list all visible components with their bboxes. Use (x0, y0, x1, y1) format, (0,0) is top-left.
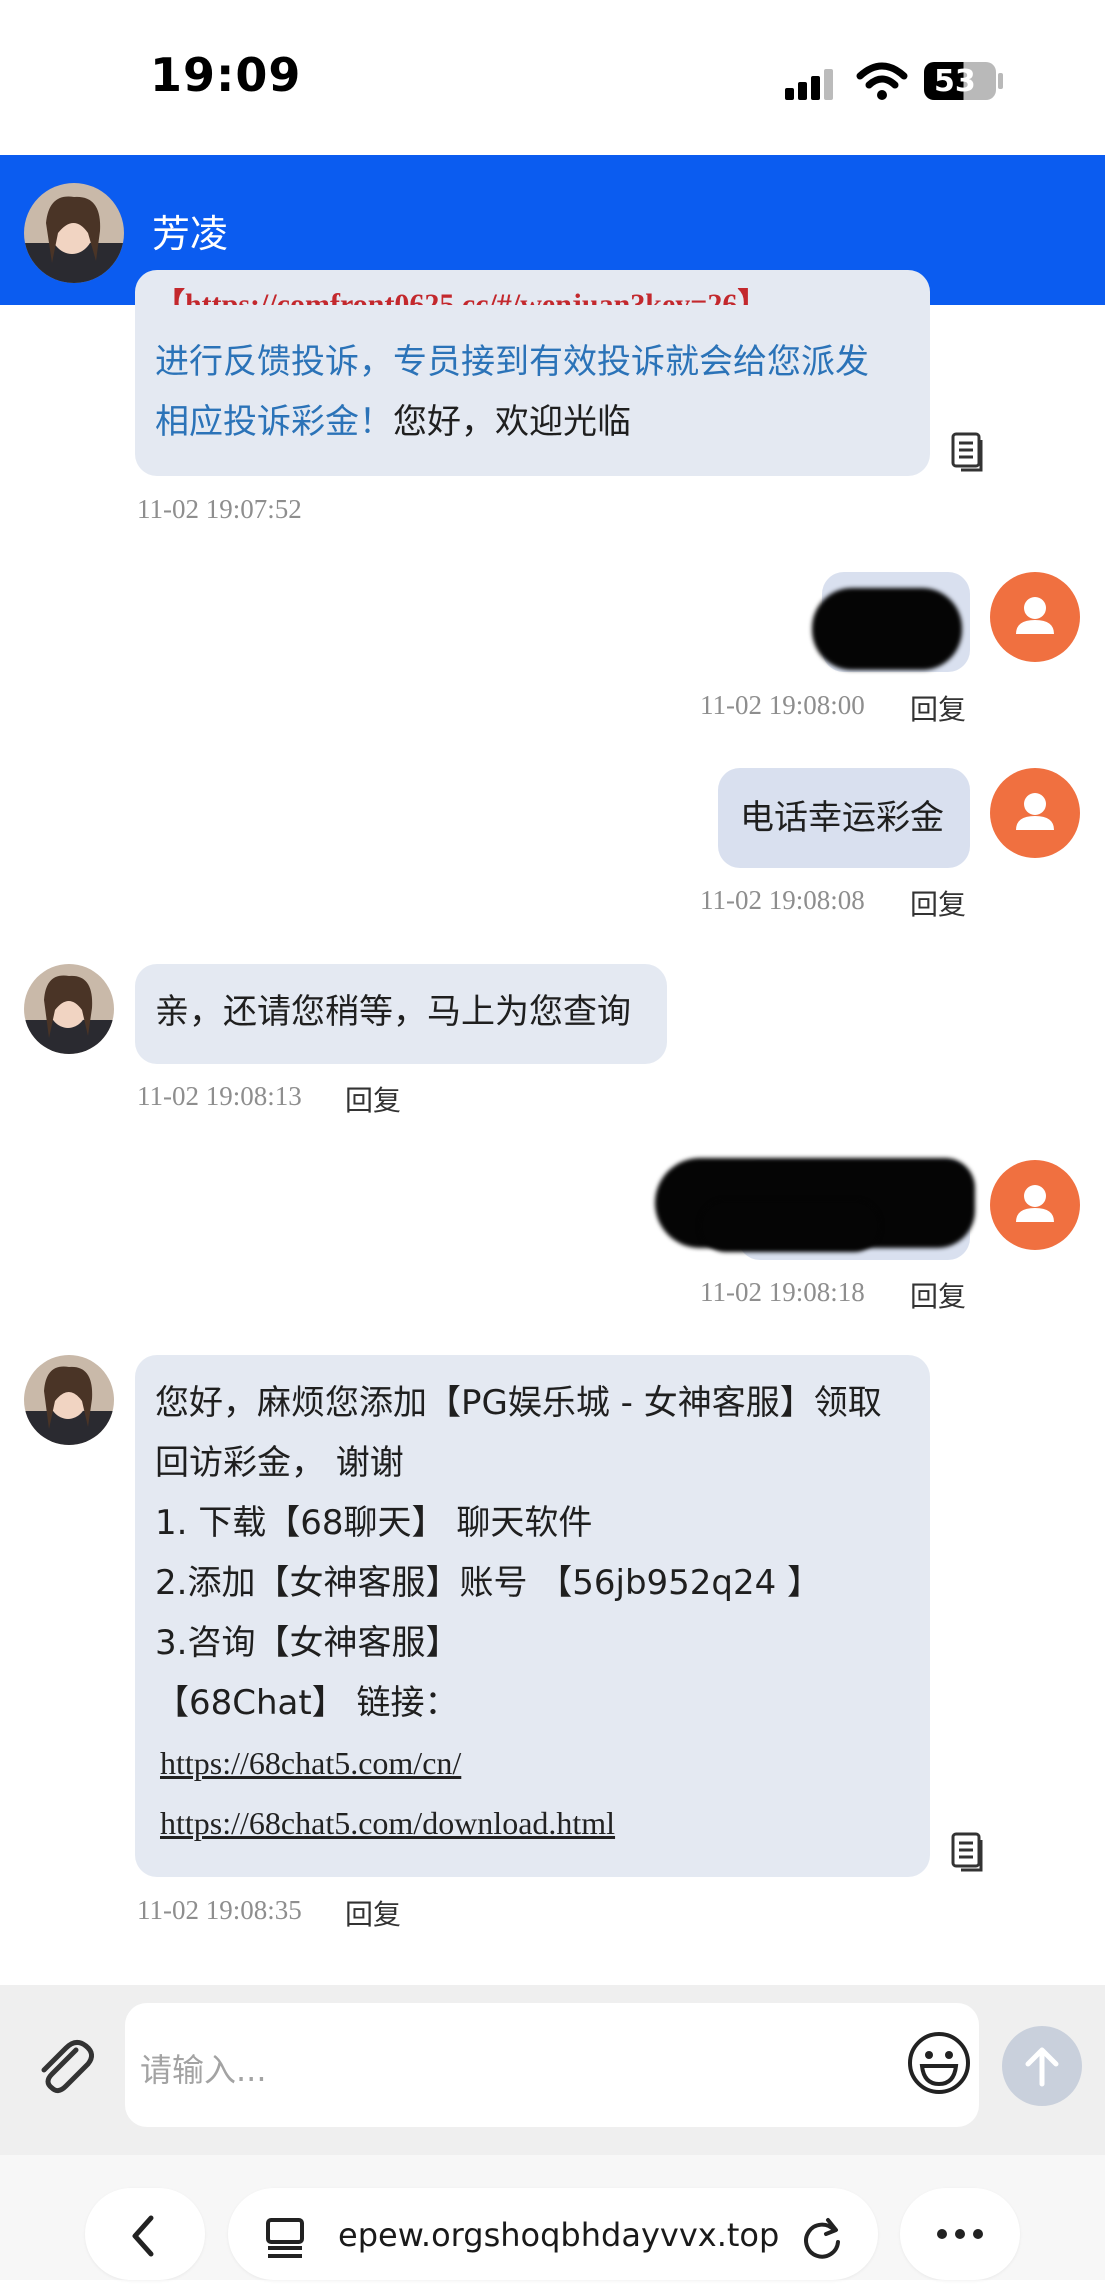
chat-link[interactable]: https://68chat5.com/cn/ (160, 1733, 461, 1793)
message-line: 2.添加【女神客服】账号 【56jb952q24 】 (155, 1563, 822, 1603)
copy-icon[interactable] (951, 1832, 987, 1872)
message-time: 11-02 19:07:52 (137, 494, 302, 524)
battery-tip (998, 73, 1003, 89)
url-text: epew.orgshoqbhdayvvx.top (338, 2216, 780, 2254)
attach-icon[interactable] (30, 2032, 96, 2098)
wifi-icon (856, 62, 908, 100)
reload-icon[interactable] (798, 2214, 846, 2262)
message-time: 11-02 19:08:00 (700, 690, 865, 720)
message-line: 1. 下载【68聊天】 聊天软件 (155, 1503, 593, 1543)
message-text: 相应投诉彩金！您好，欢迎光临 (155, 392, 631, 452)
tabs-icon[interactable] (264, 2216, 308, 2260)
user-icon (1016, 597, 1054, 634)
message-time: 11-02 19:08:13 (137, 1081, 302, 1111)
signal-icon (785, 69, 833, 100)
user-avatar[interactable] (990, 572, 1080, 662)
reply-button[interactable]: 回复 (910, 883, 966, 923)
input-placeholder: 请输入... (140, 2051, 267, 2089)
copy-icon[interactable] (951, 432, 987, 472)
message-line: 【68Chat】 链接： (155, 1683, 459, 1723)
message-line: 3.咨询【女神客服】 (155, 1623, 460, 1663)
redacted-content (700, 1200, 880, 1252)
user-avatar[interactable] (990, 1160, 1080, 1250)
user-icon (1016, 1185, 1054, 1222)
agent-avatar[interactable] (24, 1355, 114, 1445)
message-text-blue: 相应投诉彩金！ (155, 402, 393, 442)
reply-button[interactable]: 回复 (910, 1275, 966, 1315)
back-button[interactable] (85, 2188, 205, 2280)
download-link[interactable]: https://68chat5.com/download.html (160, 1793, 615, 1853)
more-icon (937, 2229, 983, 2239)
redacted-content (812, 588, 962, 670)
message-text: 电话幸运彩金 (740, 798, 944, 838)
user-avatar[interactable] (990, 768, 1080, 858)
reply-button[interactable]: 回复 (345, 1079, 401, 1119)
emoji-icon[interactable] (906, 2030, 972, 2096)
agent-avatar[interactable] (24, 183, 124, 283)
reply-button[interactable]: 回复 (345, 1893, 401, 1933)
message-line: 回访彩金， 谢谢 (155, 1443, 404, 1483)
agent-name: 芳凌 (152, 212, 229, 256)
battery-icon: 53 (924, 62, 996, 100)
complaint-link[interactable]: 【https://comfront0625.cc/#/wenjuan?key=2… (155, 285, 895, 305)
more-button[interactable] (900, 2188, 1020, 2280)
send-button[interactable] (1002, 2026, 1082, 2106)
status-time: 19:09 (150, 48, 302, 102)
agent-avatar[interactable] (24, 964, 114, 1054)
message-text-black: 您好，欢迎光临 (393, 402, 631, 442)
message-time: 11-02 19:08:08 (700, 885, 865, 915)
message-text: 亲，还请您稍等，马上为您查询 (155, 992, 631, 1032)
user-icon (1016, 793, 1054, 830)
reply-button[interactable]: 回复 (910, 688, 966, 728)
message-time: 11-02 19:08:18 (700, 1277, 865, 1307)
message-text: 进行反馈投诉，专员接到有效投诉就会给您派发 (155, 342, 869, 382)
battery-level: 53 (934, 64, 976, 99)
back-icon (132, 2215, 154, 2257)
message-time: 11-02 19:08:35 (137, 1895, 302, 1925)
message-line: 您好，麻烦您添加【PG娱乐城 - 女神客服】领取 (155, 1383, 882, 1423)
address-bar[interactable]: epew.orgshoqbhdayvvx.top (228, 2188, 878, 2280)
send-icon (1025, 2047, 1059, 2087)
